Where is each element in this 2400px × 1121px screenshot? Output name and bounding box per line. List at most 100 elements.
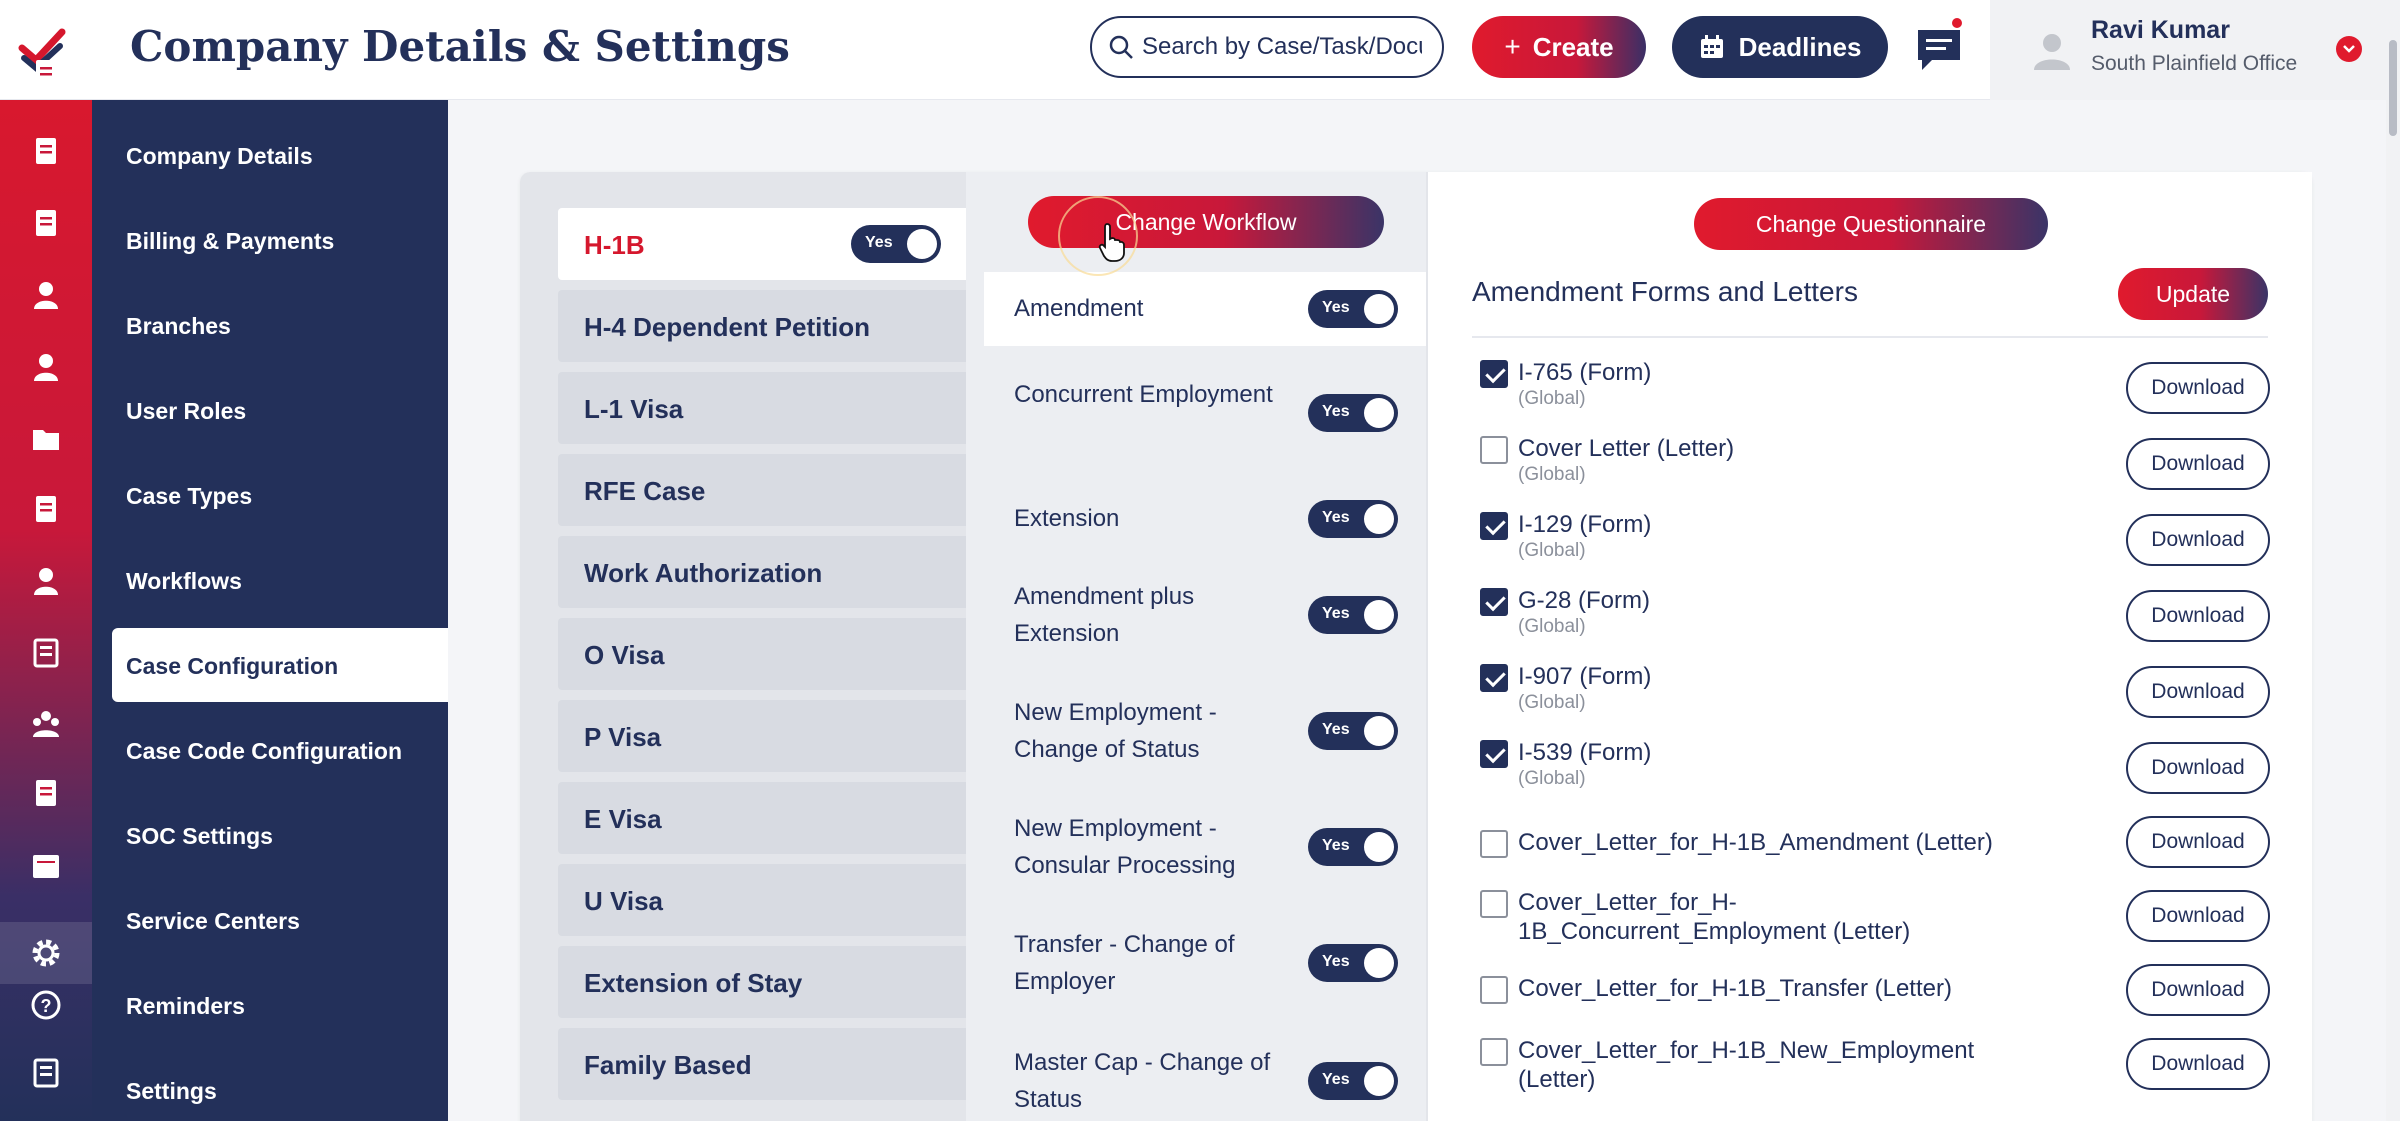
hand-cursor-icon (1098, 223, 1125, 262)
download-button[interactable]: Download (2126, 362, 2270, 414)
form-checkbox[interactable] (1480, 976, 1508, 1004)
workflow-label: Extension (1014, 505, 1120, 532)
workflow-toggle[interactable]: Yes (1308, 394, 1398, 432)
rail-employee-button[interactable] (27, 562, 65, 600)
rail-team-button[interactable] (27, 704, 65, 742)
rail-book-button[interactable] (27, 634, 65, 672)
search-box[interactable] (1090, 16, 1444, 78)
notification-dot (1950, 16, 1964, 30)
sidebar-item-workflows[interactable]: Workflows (126, 568, 242, 595)
download-button[interactable]: Download (2126, 438, 2270, 490)
chevron-down-icon[interactable] (2336, 36, 2362, 62)
case-type-item[interactable]: O Visa (558, 618, 966, 690)
form-checkbox[interactable] (1480, 890, 1508, 918)
help-icon: ? (31, 990, 61, 1020)
download-button[interactable]: Download (2126, 1038, 2270, 1090)
rail-id-card-button[interactable] (27, 1054, 65, 1092)
update-button[interactable]: Update (2118, 268, 2268, 320)
rail-forms-button[interactable] (27, 774, 65, 812)
chat-icon[interactable] (1912, 22, 1966, 76)
case-type-item[interactable]: Family Based (558, 1028, 966, 1100)
toggle-label: Yes (1322, 509, 1350, 526)
rail-documents-button[interactable] (27, 132, 65, 170)
case-type-item[interactable]: RFE Case (558, 454, 966, 526)
form-name: I-765 (Form) (1518, 359, 1652, 386)
download-button[interactable]: Download (2126, 590, 2270, 642)
rail-folder-button[interactable] (27, 420, 65, 458)
case-type-item[interactable]: U Visa (558, 864, 966, 936)
sidebar-item-case-code-configuration[interactable]: Case Code Configuration (126, 738, 402, 765)
page-scrollbar[interactable] (2386, 0, 2400, 1121)
workflow-item[interactable]: New Employment - Consular Processing Yes (966, 800, 1426, 894)
case-type-item[interactable]: L-1 Visa (558, 372, 966, 444)
id-card-icon (33, 1058, 59, 1088)
case-type-item[interactable]: Work Authorization (558, 536, 966, 608)
create-button[interactable]: + Create (1472, 16, 1646, 78)
download-button[interactable]: Download (2126, 514, 2270, 566)
sidebar-item-settings[interactable]: Settings (126, 1078, 217, 1105)
workflow-toggle[interactable]: Yes (1308, 596, 1398, 634)
form-checkbox[interactable] (1480, 512, 1508, 540)
case-type-label: P Visa (584, 722, 662, 752)
form-checkbox[interactable] (1480, 1038, 1508, 1066)
form-checkbox[interactable] (1480, 588, 1508, 616)
download-label: Download (2151, 904, 2245, 927)
rail-clipboard-button[interactable] (27, 204, 65, 242)
toggle-label: Yes (1322, 1071, 1350, 1088)
rail-notes-button[interactable] (27, 490, 65, 528)
change-questionnaire-button[interactable]: Change Questionnaire (1694, 198, 2048, 250)
workflow-item[interactable]: Master Cap - Change of Status Yes (966, 1034, 1426, 1121)
case-type-item[interactable]: P Visa (558, 700, 966, 772)
sidebar-item-user-roles[interactable]: User Roles (126, 398, 246, 425)
toggle-knob (1364, 716, 1394, 746)
search-input[interactable] (1142, 33, 1422, 61)
form-checkbox[interactable] (1480, 360, 1508, 388)
download-button[interactable]: Download (2126, 890, 2270, 942)
rail-gear-button[interactable] (0, 922, 92, 984)
rail-contacts-button[interactable] (27, 348, 65, 386)
sidebar-item-soc-settings[interactable]: SOC Settings (126, 823, 273, 850)
workflow-item[interactable]: Amendment Yes (984, 272, 1426, 346)
workflow-item[interactable]: Extension Yes (966, 482, 1426, 556)
workflow-item[interactable]: New Employment - Change of Status Yes (966, 684, 1426, 778)
sidebar-item-case-configuration[interactable]: Case Configuration (112, 628, 448, 702)
workflow-toggle[interactable]: Yes (1308, 500, 1398, 538)
form-checkbox[interactable] (1480, 664, 1508, 692)
rail-help-button[interactable]: ? (27, 986, 65, 1024)
workflow-item[interactable]: Amendment plus Extension Yes (966, 568, 1426, 662)
sidebar-item-branches[interactable]: Branches (126, 313, 231, 340)
case-type-item[interactable]: E Visa (558, 782, 966, 854)
workflow-toggle[interactable]: Yes (1308, 944, 1398, 982)
workflow-toggle[interactable]: Yes (1308, 1062, 1398, 1100)
form-checkbox[interactable] (1480, 830, 1508, 858)
workflow-toggle[interactable]: Yes (1308, 828, 1398, 866)
download-label: Download (2151, 830, 2245, 853)
download-button[interactable]: Download (2126, 964, 2270, 1016)
case-type-item[interactable]: H-4 Dependent Petition (558, 290, 966, 362)
sidebar-item-case-types[interactable]: Case Types (126, 483, 252, 510)
case-type-toggle[interactable]: Yes (851, 225, 941, 263)
scrollbar-thumb[interactable] (2389, 40, 2397, 136)
rail-person-button[interactable] (27, 276, 65, 314)
download-button[interactable]: Download (2126, 666, 2270, 718)
workflow-toggle[interactable]: Yes (1308, 712, 1398, 750)
workflow-toggle[interactable]: Yes (1308, 290, 1398, 328)
form-checkbox[interactable] (1480, 740, 1508, 768)
form-scope: (Global) (1518, 464, 1586, 485)
rail-calendar-button[interactable] (27, 846, 65, 884)
sidebar-item-service-centers[interactable]: Service Centers (126, 908, 300, 935)
form-checkbox[interactable] (1480, 436, 1508, 464)
avatar-icon[interactable] (2030, 28, 2074, 72)
sidebar-item-company-details[interactable]: Company Details (126, 143, 313, 170)
case-type-item[interactable]: H-1B Yes (558, 208, 966, 280)
workflow-item[interactable]: Transfer - Change of Employer Yes (966, 916, 1426, 1010)
workflow-item[interactable]: Concurrent Employment Yes (966, 366, 1426, 460)
rail-edit-button[interactable] (27, 54, 65, 92)
case-type-item[interactable]: Extension of Stay (558, 946, 966, 1018)
download-button[interactable]: Download (2126, 816, 2270, 868)
sidebar-item-reminders[interactable]: Reminders (126, 993, 245, 1020)
deadlines-button[interactable]: Deadlines (1672, 16, 1888, 78)
sidebar-item-billing-payments[interactable]: Billing & Payments (126, 228, 334, 255)
download-button[interactable]: Download (2126, 742, 2270, 794)
toggle-knob (1364, 294, 1394, 324)
